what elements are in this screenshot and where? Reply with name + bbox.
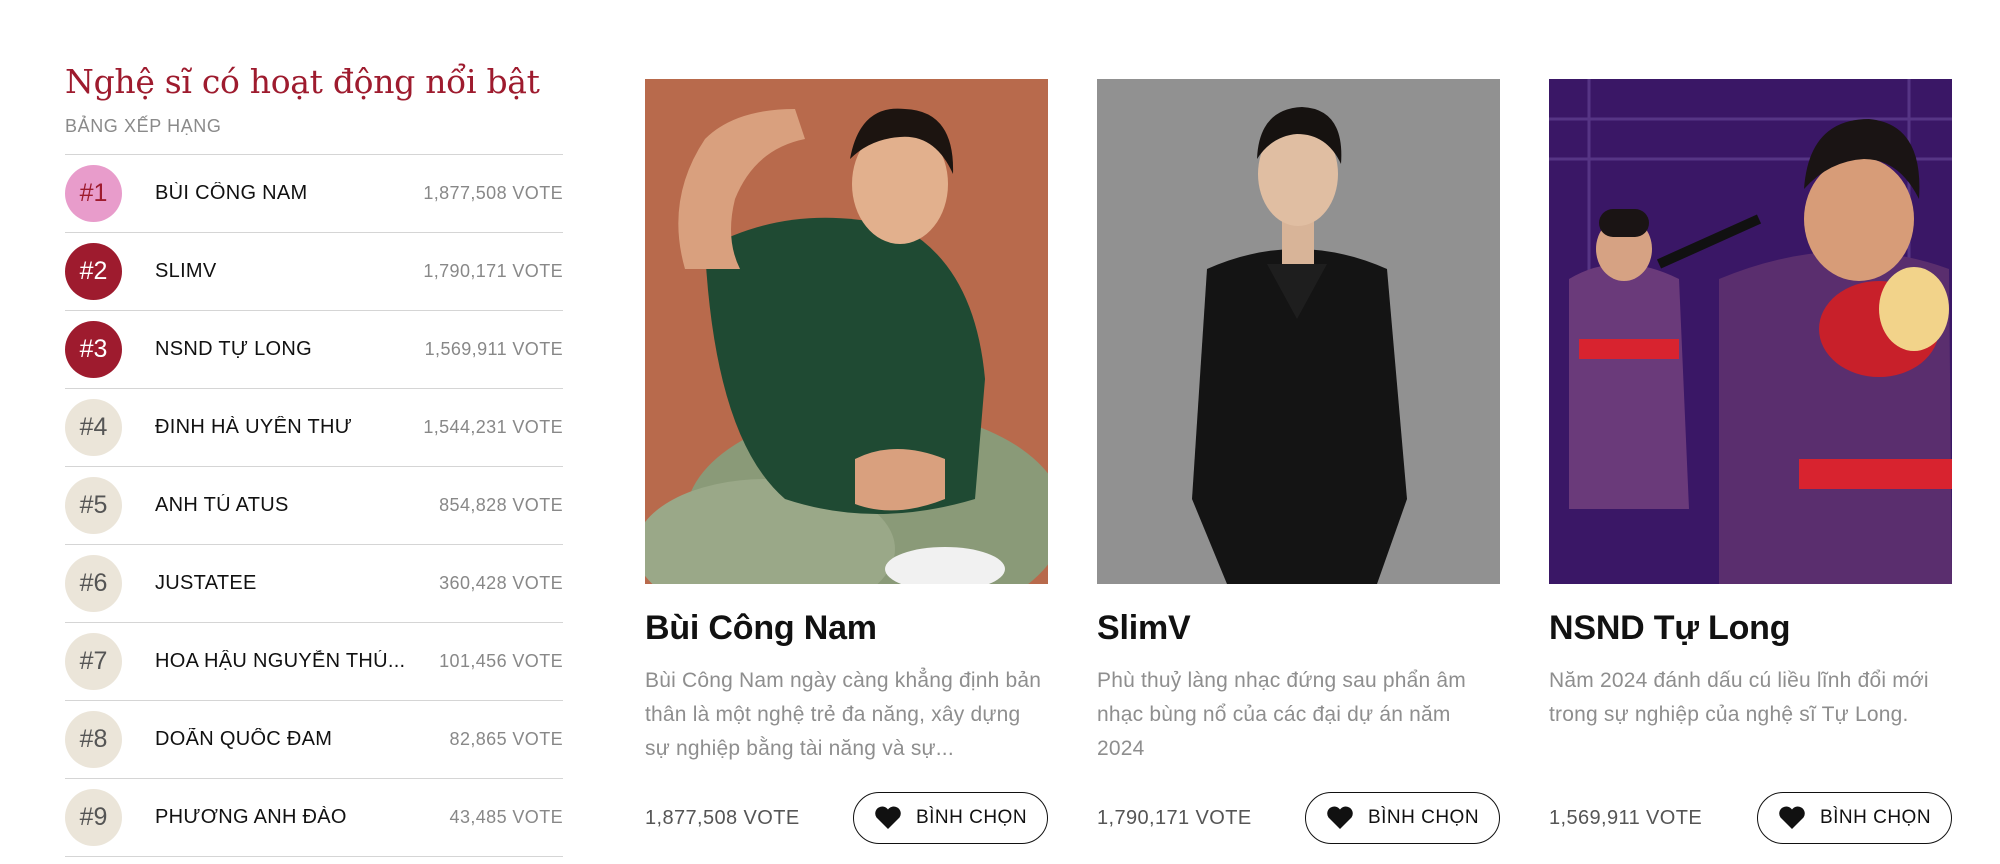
vote-button[interactable]: BÌNH CHỌN xyxy=(1305,792,1500,844)
card-footer: 1,790,171 VOTE BÌNH CHỌN xyxy=(1097,792,1500,844)
card-artist-name[interactable]: Bùi Công Nam xyxy=(645,608,1048,648)
artist-photo[interactable] xyxy=(1549,79,1952,584)
card-description: Bùi Công Nam ngày càng khẳng định bản th… xyxy=(645,669,1042,760)
ranking-row[interactable]: #3 NSND TỰ LONG 1,569,911 VOTE xyxy=(65,311,563,389)
ranking-subtitle: BẢNG XẾP HẠNG xyxy=(65,116,222,136)
card-vote-count: 1,790,171 VOTE xyxy=(1097,806,1252,829)
card-description: Năm 2024 đánh dấu cú liều lĩnh đổi mới t… xyxy=(1549,669,1929,726)
card-vote-count: 1,569,911 VOTE xyxy=(1549,806,1703,829)
ranking-row[interactable]: #1 BÙI CÔNG NAM 1,877,508 VOTE xyxy=(65,155,563,233)
ranking-row[interactable]: #7 HOA HẬU NGUYỄN THÚ... 101,456 VOTE xyxy=(65,623,563,701)
ranking-row[interactable]: #2 SLIMV 1,790,171 VOTE xyxy=(65,233,563,311)
rank-badge: #7 xyxy=(65,633,122,690)
ranking-row[interactable]: #8 DOÃN QUỐC ĐAM 82,865 VOTE xyxy=(65,701,563,779)
artist-name[interactable]: ANH TÚ ATUS xyxy=(155,494,417,517)
ranking-row[interactable]: #4 ĐINH HÀ UYÊN THƯ 1,544,231 VOTE xyxy=(65,389,563,467)
rank-badge: #6 xyxy=(65,555,122,612)
heart-icon xyxy=(875,806,901,829)
rank-badge: #8 xyxy=(65,711,122,768)
artist-name[interactable]: NSND TỰ LONG xyxy=(155,338,417,361)
card-artist-name[interactable]: SlimV xyxy=(1097,608,1500,648)
vote-count: 43,485 VOTE xyxy=(449,807,563,827)
artist-photo[interactable] xyxy=(645,79,1048,584)
ranking-row[interactable]: #6 JUSTATEE 360,428 VOTE xyxy=(65,545,563,623)
card-vote-count: 1,877,508 VOTE xyxy=(645,806,800,829)
card-footer: 1,569,911 VOTE BÌNH CHỌN xyxy=(1549,792,1952,844)
rank-badge: #2 xyxy=(65,243,122,300)
vote-count: 1,877,508 VOTE xyxy=(423,183,563,203)
ranking-row[interactable]: #9 PHƯƠNG ANH ĐÀO 43,485 VOTE xyxy=(65,779,563,857)
rank-badge: #1 xyxy=(65,165,122,222)
artist-photo-image xyxy=(1097,79,1500,584)
artist-card: NSND Tự Long Năm 2024 đánh dấu cú liều l… xyxy=(1549,79,1952,844)
artist-name[interactable]: BÙI CÔNG NAM xyxy=(155,182,417,205)
vote-button-label: BÌNH CHỌN xyxy=(1367,807,1480,828)
artist-photo[interactable] xyxy=(1097,79,1500,584)
artist-name[interactable]: DOÃN QUỐC ĐAM xyxy=(155,728,417,751)
card-description: Phù thuỷ làng nhạc đứng sau phẩn âm nhạc… xyxy=(1097,669,1466,760)
ranking-title: Nghệ sĩ có hoạt động nổi bật xyxy=(65,62,540,101)
card-footer: 1,877,508 VOTE BÌNH CHỌN xyxy=(645,792,1048,844)
rank-badge: #9 xyxy=(65,789,122,846)
vote-button[interactable]: BÌNH CHỌN xyxy=(853,792,1048,844)
artist-name[interactable]: HOA HẬU NGUYỄN THÚ... xyxy=(155,650,417,673)
vote-count: 82,865 VOTE xyxy=(449,729,563,749)
vote-button[interactable]: BÌNH CHỌN xyxy=(1757,792,1952,844)
artist-photo-image xyxy=(645,79,1048,584)
heart-icon xyxy=(1779,806,1805,829)
artist-card: SlimV Phù thuỷ làng nhạc đứng sau phẩn â… xyxy=(1097,79,1500,844)
heart-icon xyxy=(1327,806,1353,829)
rank-badge: #4 xyxy=(65,399,122,456)
artist-name[interactable]: PHƯƠNG ANH ĐÀO xyxy=(155,806,417,829)
rank-badge: #3 xyxy=(65,321,122,378)
vote-count: 360,428 VOTE xyxy=(439,573,563,593)
vote-count: 1,544,231 VOTE xyxy=(423,417,563,437)
artist-name[interactable]: SLIMV xyxy=(155,260,417,283)
vote-count: 854,828 VOTE xyxy=(439,495,563,515)
artist-name[interactable]: ĐINH HÀ UYÊN THƯ xyxy=(155,416,417,439)
artist-card: Bùi Công Nam Bùi Công Nam ngày càng khẳn… xyxy=(645,79,1048,844)
vote-count: 1,569,911 VOTE xyxy=(424,339,563,359)
vote-count: 1,790,171 VOTE xyxy=(423,261,563,281)
vote-count: 101,456 VOTE xyxy=(439,651,563,671)
ranking-list: #1 BÙI CÔNG NAM 1,877,508 VOTE #2 SLIMV … xyxy=(65,154,563,857)
rank-badge: #5 xyxy=(65,477,122,534)
vote-button-label: BÌNH CHỌN xyxy=(1819,807,1932,828)
ranking-row[interactable]: #5 ANH TÚ ATUS 854,828 VOTE xyxy=(65,467,563,545)
ranking-panel: Nghệ sĩ có hoạt động nổi bật BẢNG XẾP HẠ… xyxy=(65,60,563,857)
artist-name[interactable]: JUSTATEE xyxy=(155,572,417,595)
card-artist-name[interactable]: NSND Tự Long xyxy=(1549,608,1952,648)
vote-button-label: BÌNH CHỌN xyxy=(915,807,1028,828)
artist-photo-image xyxy=(1549,79,1952,584)
